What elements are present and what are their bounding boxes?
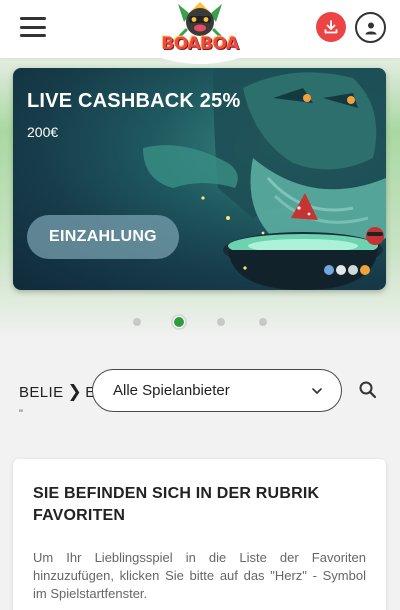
download-button[interactable] <box>316 12 346 42</box>
payment-icons <box>324 265 370 275</box>
provider-select-value: Alle Spielanbieter <box>113 382 230 399</box>
info-title: SIE BEFINDEN SICH IN DER RUBRIK FAVORITE… <box>33 485 320 524</box>
chevron-down-icon <box>312 388 322 394</box>
hamburger-icon[interactable] <box>20 17 46 37</box>
carousel-dot[interactable] <box>217 318 225 326</box>
info-text: Um Ihr Lieblingsspiel in die Liste der F… <box>33 550 366 601</box>
site-logo[interactable]: BOABOA <box>140 0 260 72</box>
litecoin-icon <box>324 265 334 275</box>
download-icon <box>324 20 338 34</box>
banner-title: LIVE CASHBACK 25% <box>27 90 241 112</box>
banner-amount: 200€ <box>27 124 59 140</box>
ethereum-icon <box>336 265 346 275</box>
user-icon <box>365 22 376 34</box>
carousel-dot[interactable] <box>259 318 267 326</box>
category-breadcrumb: BELIE ❯ E <box>19 381 96 403</box>
promo-banner[interactable]: LIVE CASHBACK 25% 200€ EINZAHLUNG <box>13 68 386 290</box>
breadcrumb-overflow: " <box>19 408 23 420</box>
search-icon[interactable] <box>358 380 378 400</box>
carousel-dot-active[interactable] <box>171 314 187 330</box>
carousel-dots <box>0 314 400 330</box>
chevron-right-icon: ❯ <box>67 382 83 401</box>
logo-text: BOABOA <box>161 34 239 54</box>
deposit-button[interactable]: EINZAHLUNG <box>27 215 179 259</box>
favorites-info-card: SIE BEFINDEN SICH IN DER RUBRIK FAVORITE… <box>13 459 386 610</box>
bitcoin-icon <box>360 265 370 275</box>
carousel-dot[interactable] <box>133 318 141 326</box>
ripple-icon <box>348 265 358 275</box>
user-account-button[interactable] <box>355 12 386 43</box>
provider-select[interactable]: Alle Spielanbieter <box>92 369 342 412</box>
breadcrumb-start[interactable]: BELIE <box>19 384 64 401</box>
